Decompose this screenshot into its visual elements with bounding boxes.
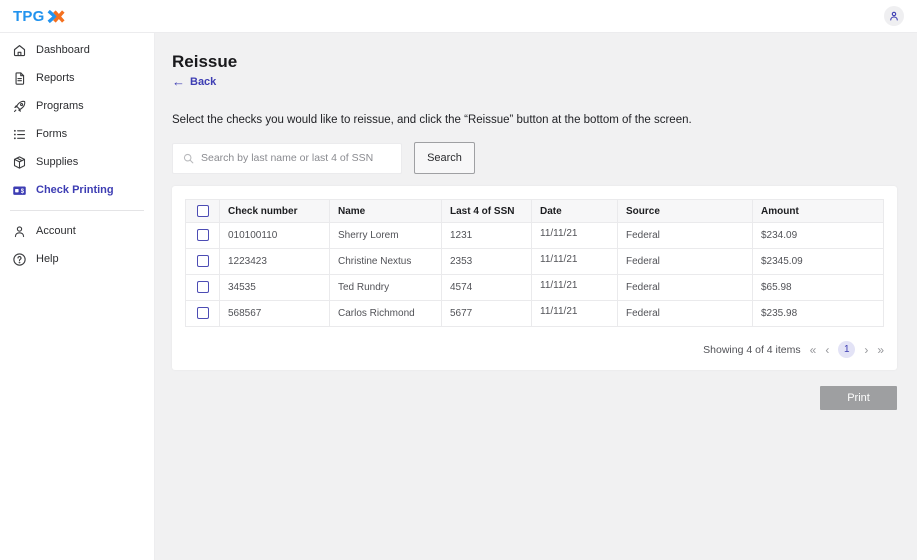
header-checkbox-cell (185, 199, 220, 223)
cell-name: Carlos Richmond (329, 300, 442, 327)
back-link[interactable]: ← Back (172, 75, 216, 88)
cell-date: 11/11/21 (531, 300, 618, 327)
previous-page-button[interactable]: ‹ (825, 344, 829, 356)
row-checkbox[interactable] (196, 229, 209, 241)
sidebar-item-label: Help (36, 253, 59, 265)
search-icon (182, 152, 195, 165)
cell-source: Federal (617, 248, 753, 275)
sidebar-item-label: Supplies (36, 156, 79, 168)
back-label: Back (190, 75, 217, 88)
next-page-button[interactable]: › (864, 344, 868, 356)
main-content: Reissue ← Back Select the checks you wou… (155, 33, 917, 560)
checks-table: Check number Name Last 4 of SSN Date Sou… (185, 199, 884, 327)
table-body: 010100110 Sherry Lorem 1231 11/11/21 Fed… (185, 222, 884, 327)
checks-table-card: Check number Name Last 4 of SSN Date Sou… (172, 186, 897, 370)
column-header-name: Name (329, 199, 442, 223)
cell-date: 11/11/21 (531, 222, 618, 249)
search-button[interactable]: Search (414, 142, 475, 174)
cell-name: Christine Nextus (329, 248, 442, 275)
cell-check-number: 010100110 (219, 222, 330, 249)
sidebar-item-reports[interactable]: Reports (0, 64, 154, 92)
cell-source: Federal (617, 300, 753, 327)
column-header-date: Date (531, 199, 618, 223)
check-icon: $ (12, 183, 27, 198)
cell-amount: $65.98 (752, 274, 884, 301)
home-icon (12, 43, 27, 58)
sidebar: Dashboard Reports Programs Forms Supplie… (0, 33, 155, 560)
report-icon (12, 71, 27, 86)
pagination: Showing 4 of 4 items « ‹ 1 › » (185, 341, 884, 358)
sidebar-item-label: Check Printing (36, 184, 114, 196)
cell-date: 11/11/21 (531, 248, 618, 275)
cell-name: Sherry Lorem (329, 222, 442, 249)
sidebar-item-label: Programs (36, 100, 84, 112)
tpg-x-mark-icon (46, 8, 66, 25)
sidebar-item-help[interactable]: Help (0, 245, 154, 273)
cell-amount: $235.98 (752, 300, 884, 327)
sidebar-divider (10, 210, 144, 211)
app-body: Dashboard Reports Programs Forms Supplie… (0, 33, 917, 560)
logo-text: TPG (13, 7, 45, 25)
table-row: 34535 Ted Rundry 4574 11/11/21 Federal $… (185, 274, 884, 301)
sidebar-item-label: Account (36, 225, 76, 237)
sidebar-item-programs[interactable]: Programs (0, 92, 154, 120)
cell-ssn: 5677 (441, 300, 532, 327)
cell-check-number: 568567 (219, 300, 330, 327)
person-icon (12, 224, 27, 239)
search-input[interactable] (201, 152, 392, 164)
user-icon (888, 10, 900, 22)
topbar: TPG (0, 0, 917, 33)
list-icon (12, 127, 27, 142)
cell-name: Ted Rundry (329, 274, 442, 301)
column-header-check-number: Check number (219, 199, 330, 223)
search-box (172, 142, 402, 174)
row-checkbox[interactable] (196, 281, 209, 293)
cell-ssn: 1231 (441, 222, 532, 249)
column-header-ssn: Last 4 of SSN (441, 199, 532, 223)
pagination-summary: Showing 4 of 4 items (703, 343, 801, 356)
question-icon (12, 252, 27, 267)
table-header-row: Check number Name Last 4 of SSN Date Sou… (185, 199, 884, 223)
column-header-source: Source (617, 199, 753, 223)
sidebar-item-dashboard[interactable]: Dashboard (0, 36, 154, 64)
cell-source: Federal (617, 274, 753, 301)
cell-check-number: 34535 (219, 274, 330, 301)
rocket-icon (12, 99, 27, 114)
user-avatar[interactable] (884, 6, 904, 26)
column-header-amount: Amount (752, 199, 884, 223)
package-icon (12, 155, 27, 170)
print-button[interactable]: Print (820, 386, 897, 410)
sidebar-item-label: Forms (36, 128, 68, 140)
table-row: 010100110 Sherry Lorem 1231 11/11/21 Fed… (185, 222, 884, 249)
sidebar-item-label: Reports (36, 72, 75, 84)
first-page-button[interactable]: « (810, 344, 817, 356)
tpg-logo[interactable]: TPG (13, 8, 66, 25)
cell-ssn: 2353 (441, 248, 532, 275)
select-all-checkbox[interactable] (196, 204, 209, 217)
row-checkbox[interactable] (196, 307, 209, 319)
page-title: Reissue (172, 52, 238, 71)
sidebar-item-account[interactable]: Account (0, 217, 154, 245)
cell-source: Federal (617, 222, 753, 249)
cell-amount: $234.09 (752, 222, 884, 249)
cell-check-number: 1223423 (219, 248, 330, 275)
last-page-button[interactable]: » (877, 344, 884, 356)
cell-date: 11/11/21 (531, 274, 618, 301)
sidebar-item-supplies[interactable]: Supplies (0, 148, 154, 176)
sidebar-item-check-printing[interactable]: $ Check Printing (0, 176, 154, 204)
instruction-text: Select the checks you would like to reis… (172, 114, 692, 126)
app-window: TPG Dashboard Reports Programs Forms Sup… (0, 0, 917, 560)
page-number-badge[interactable]: 1 (838, 341, 856, 358)
cell-ssn: 4574 (441, 274, 532, 301)
back-arrow-icon: ← (172, 74, 185, 89)
cell-amount: $2345.09 (752, 248, 884, 275)
search-row: Search (172, 142, 897, 174)
sidebar-item-forms[interactable]: Forms (0, 120, 154, 148)
print-row: Print (172, 386, 897, 410)
sidebar-item-label: Dashboard (36, 44, 90, 56)
table-row: 568567 Carlos Richmond 5677 11/11/21 Fed… (185, 300, 884, 327)
table-row: 1223423 Christine Nextus 2353 11/11/21 F… (185, 248, 884, 275)
row-checkbox[interactable] (196, 255, 209, 267)
